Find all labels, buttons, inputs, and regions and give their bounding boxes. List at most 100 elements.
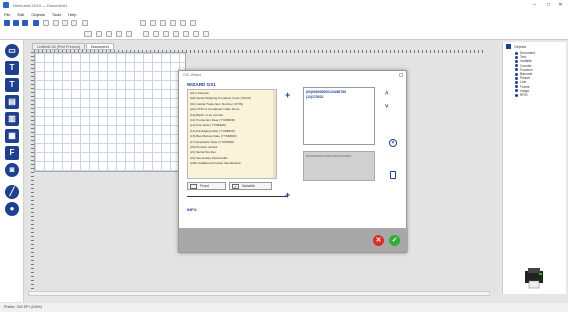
align-right-icon[interactable] [160,20,166,26]
dialog-titlebar: GS1 Wizard [179,71,406,79]
align-top-icon[interactable] [170,20,176,26]
wizard-heading: WIZARD GS1 [187,82,216,87]
menu-help[interactable]: Help [68,12,76,17]
text-size-icon[interactable] [126,31,132,37]
ok-button[interactable]: ✓ [389,235,400,246]
group-icon[interactable] [193,31,199,37]
document-edit-icon[interactable] [390,171,396,179]
toolbar [0,18,568,40]
dialog-title: GS1 Wizard [183,73,202,77]
underline-icon[interactable] [116,31,122,37]
variable-option[interactable]: × Variable [228,182,272,190]
zoom-out-icon[interactable] [62,20,68,26]
variable-radio[interactable]: × [231,183,239,189]
italic-icon[interactable] [106,31,112,37]
document-tabs: Untitled2.lbl [Print Preview] Document1 [32,43,115,50]
line-tool-icon[interactable]: ╱ [5,185,19,199]
text-tool-icon[interactable]: T [5,61,19,75]
fixed-label: Fixed [200,184,209,188]
move-down-icon[interactable]: ˅ [385,104,389,110]
fixed-radio[interactable] [190,183,197,189]
dialog-footer: ✕ ✓ [179,228,408,252]
new-icon[interactable] [4,20,10,26]
variable-icon [515,60,518,63]
tab-document1[interactable]: Document1 [85,43,115,50]
variable-label: Variable [241,184,255,188]
zoom-in-icon[interactable] [53,20,59,26]
maximize-button[interactable]: □ [545,2,552,8]
barcode-icon [515,72,518,76]
flip-v-icon[interactable] [173,31,179,37]
fixed-option[interactable]: Fixed [187,182,226,190]
line-icon [515,81,518,85]
menu-edit[interactable]: Edit [17,12,24,17]
remove-ai-icon[interactable]: × [389,139,397,147]
tree-item[interactable]: RFID [515,93,566,97]
print-preview-icon[interactable] [43,20,49,26]
title-bar: NiceLabel 2019 — Document1 – □ ✕ [0,0,568,10]
counter-icon [515,64,518,68]
flip-h-icon[interactable] [163,31,169,37]
objects-panel-title: Objects [514,44,527,49]
result-line: (12)170522 [306,94,324,99]
info-label: INFO [187,207,197,212]
menu-tools[interactable]: Tools [52,12,61,17]
minimize-button[interactable]: – [531,2,538,8]
selection-tool-icon[interactable]: ▭ [5,44,19,58]
image-icon [515,89,518,93]
save-icon[interactable] [22,20,28,26]
rfid-icon [515,93,518,97]
menu-bar: File Edit Objects Tools Help [0,10,568,18]
label-canvas[interactable] [34,52,186,172]
align-bottom-icon[interactable] [180,20,186,26]
distribute-icon[interactable] [190,20,196,26]
paragraph-tool-icon[interactable]: T [5,78,19,92]
zoom-fit-icon[interactable] [71,20,77,26]
lock-icon[interactable] [183,31,189,37]
cut-icon[interactable] [82,20,88,26]
ai-list[interactable]: (01) Unknown (00) Serial Shipping Contai… [187,89,277,179]
ai-list-item[interactable]: (240) Additional Product Identification [190,161,274,166]
cancel-button[interactable]: ✕ [373,235,384,246]
value-type-selector: Fixed × Variable [187,182,275,190]
object-toolbar: ▭ T T ▤ ▥ ▦ F ◙ ╱ ● [0,40,24,302]
align-left-icon[interactable] [140,20,146,26]
status-bar: Printer: 300 DPI (100%) [0,303,568,312]
ai-value-input[interactable] [187,196,287,197]
ungroup-icon[interactable] [203,31,209,37]
bold-icon[interactable] [96,31,102,37]
horizontal-scrollbar[interactable] [28,291,490,296]
document-icon [515,51,518,55]
picture-tool-icon[interactable]: ◙ [5,163,19,177]
menu-file[interactable]: File [4,12,10,17]
print-icon[interactable] [33,20,39,26]
open-icon[interactable] [13,20,19,26]
ai-list-scrollbar[interactable] [273,90,276,178]
barcode-preview-box: 0000000000123456789120170522 [303,151,375,181]
barcode-preview-text: 0000000000123456789120170522 [306,154,352,158]
window-title: NiceLabel 2019 — Document1 [13,2,68,8]
add-ai-button[interactable]: + [285,91,290,100]
move-up-icon[interactable]: ˄ [385,91,389,97]
dialog-close-button[interactable] [399,73,403,77]
picture-icon [515,76,518,80]
tab-print-preview[interactable]: Untitled2.lbl [Print Preview] [32,43,85,50]
frame-icon [515,85,518,89]
barcode-tool-icon[interactable]: ▥ [5,112,19,126]
rotate-right-icon[interactable] [153,31,159,37]
close-window-button[interactable]: ✕ [557,2,564,8]
rich-text-tool-icon[interactable]: ▤ [5,95,19,109]
variable-tool-icon[interactable]: ▦ [5,129,19,143]
function-tool-icon[interactable]: F [5,146,19,160]
rotate-left-icon[interactable] [143,31,149,37]
objects-panel-header: Objects [503,42,566,51]
objects-panel-icon [506,44,511,49]
tree-item-label: RFID [520,93,528,98]
menu-objects[interactable]: Objects [31,12,45,17]
align-center-icon[interactable] [150,20,156,26]
font-dropdown[interactable] [84,31,92,37]
shape-tool-icon[interactable]: ● [5,202,19,216]
objects-panel: Objects Document Text Variable Counter F… [502,42,566,294]
ai-result-box[interactable]: (00)000000000123456789 (12)170522 [303,87,375,145]
text-icon [515,55,518,59]
